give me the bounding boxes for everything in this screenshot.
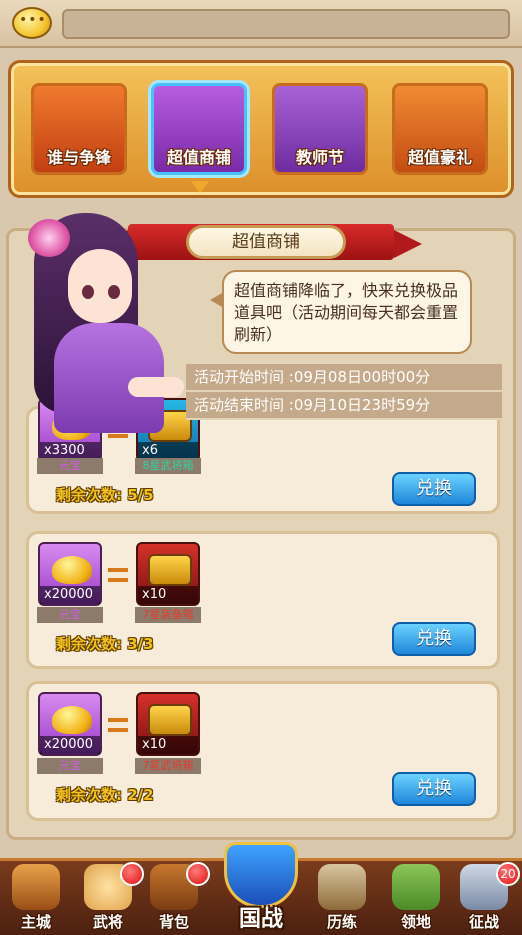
chat-input[interactable]: [62, 9, 510, 39]
tab-value-gift[interactable]: 超值豪礼: [392, 83, 488, 175]
territory-icon: [392, 864, 440, 910]
chat-icon[interactable]: [12, 7, 52, 39]
item-quantity: x20000: [40, 586, 100, 604]
item-name: 元宝: [37, 607, 103, 623]
notification-badge: [120, 862, 144, 886]
selected-tab-pointer-icon: [191, 181, 209, 193]
nav-national-war[interactable]: 国战: [216, 842, 306, 935]
nav-campaign[interactable]: 20 征战: [452, 862, 520, 932]
ingot-item[interactable]: x20000: [38, 692, 102, 756]
character-eye: [108, 285, 120, 299]
character-face: [68, 249, 132, 323]
crossed-spears-icon: [318, 864, 366, 910]
notification-badge: [186, 862, 210, 886]
tab-label: 教师节: [295, 148, 344, 167]
notification-badge: 20: [496, 862, 520, 886]
remaining-count: 剩余次数: 3/3: [56, 635, 154, 653]
item-quantity: x10: [138, 736, 198, 754]
panel-title: 超值商铺: [186, 225, 346, 259]
character-arm: [128, 377, 184, 397]
tab-label: 超值豪礼: [407, 148, 472, 167]
reward-item[interactable]: x10: [136, 692, 200, 756]
nav-label: 武将: [92, 913, 123, 931]
nav-label: 历练: [326, 913, 357, 931]
character-eye: [82, 285, 94, 299]
chest-icon: [148, 554, 192, 586]
exchange-button[interactable]: 兑换: [392, 622, 476, 656]
nav-generals[interactable]: 武将: [76, 862, 144, 932]
item-quantity: x20000: [40, 736, 100, 754]
nav-label: 征战: [468, 913, 499, 931]
activity-start-time: 活动开始时间 :09月08日00时00分: [186, 364, 502, 390]
activity-tab-strip: 谁与争锋 超值商铺 教师节 超值豪礼: [8, 60, 514, 198]
tab-teachers-day[interactable]: 教师节: [272, 83, 368, 175]
nav-label: 领地: [400, 913, 431, 931]
tab-label: 谁与争锋: [46, 148, 111, 167]
nav-territory[interactable]: 领地: [384, 864, 448, 932]
gold-ingot-icon: [52, 556, 92, 584]
speech-bubble: 超值商铺降临了，快来兑换极品道具吧（活动期间每天都会重置刷新）: [210, 270, 472, 354]
item-name: 7星武将箱: [135, 758, 201, 774]
top-bar: [0, 0, 522, 48]
npc-girl-character: [0, 205, 200, 435]
shield-icon: [224, 842, 298, 908]
ingot-item[interactable]: x20000: [38, 542, 102, 606]
item-quantity: x10: [138, 586, 198, 604]
remaining-count: 剩余次数: 5/5: [56, 486, 154, 504]
item-name: 7星装备箱: [135, 607, 201, 623]
nav-training[interactable]: 历练: [310, 864, 374, 932]
nav-label: 国战: [238, 907, 283, 932]
city-icon: [12, 864, 60, 910]
equals-icon: [108, 718, 128, 732]
remaining-count: 剩余次数: 2/2: [56, 786, 154, 804]
tab-value-shop[interactable]: 超值商铺: [151, 83, 247, 175]
nav-label: 背包: [158, 913, 189, 931]
exchange-button[interactable]: 兑换: [392, 772, 476, 806]
tab-pvp[interactable]: 谁与争锋: [31, 83, 127, 175]
chest-icon: [148, 704, 192, 736]
nav-backpack[interactable]: 背包: [142, 862, 210, 932]
nav-main-city[interactable]: 主城: [4, 864, 68, 932]
item-name: 8星武将箱: [135, 458, 201, 474]
exchange-button[interactable]: 兑换: [392, 472, 476, 506]
reward-item[interactable]: x10: [136, 542, 200, 606]
activity-end-time: 活动结束时间 :09月10日23时59分: [186, 392, 502, 418]
item-name: 元宝: [37, 758, 103, 774]
gold-ingot-icon: [52, 706, 92, 734]
item-name: 元宝: [37, 458, 103, 474]
tab-label: 超值商铺: [166, 148, 231, 167]
hair-flower-icon: [28, 219, 70, 257]
equals-icon: [108, 568, 128, 582]
nav-label: 主城: [20, 913, 51, 931]
